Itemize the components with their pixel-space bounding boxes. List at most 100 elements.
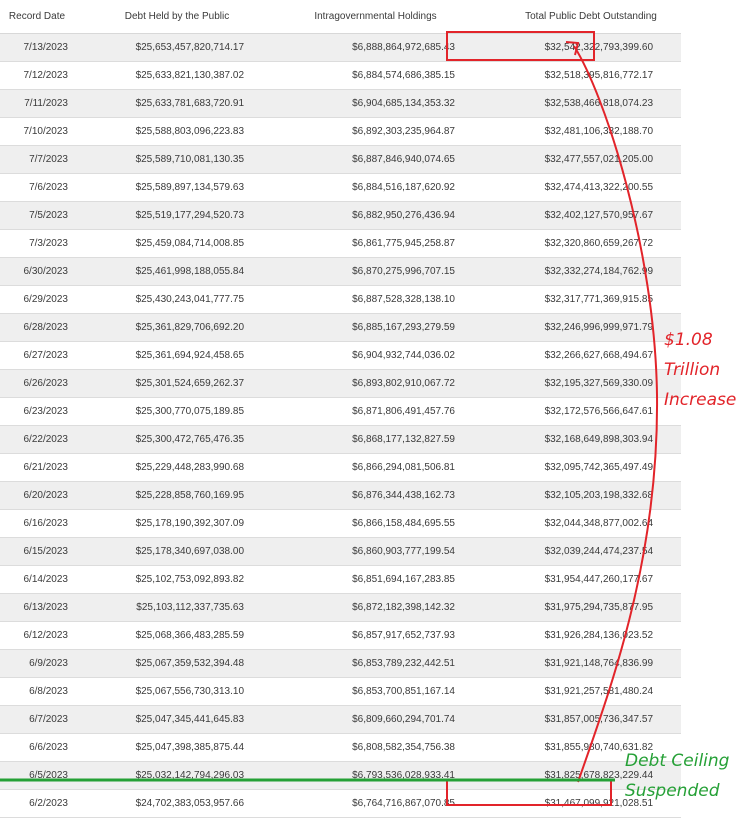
cell-debt-held-by-public: $25,228,858,760,169.95 — [74, 481, 250, 510]
increase-line-2: Trillion — [664, 360, 721, 380]
cell-debt-held-by-public: $25,103,112,337,735.63 — [74, 593, 250, 622]
table-row: 6/30/2023 $25,461,998,188,055.84 $6,870,27… — [0, 257, 681, 286]
cell-record-date: 6/13/2023 — [0, 593, 74, 622]
cell-debt-held-by-public: $25,653,457,820,714.17 — [74, 33, 250, 62]
cell-intragovernmental-holdings: $6,868,177,132,827.59 — [250, 425, 461, 454]
cell-intragovernmental-holdings: $6,808,582,354,756.38 — [250, 733, 461, 762]
highlight-box-latest-total — [446, 31, 595, 61]
table-row: 6/14/2023 $25,102,753,092,893.82 $6,851,69… — [0, 565, 681, 594]
cell-record-date: 6/6/2023 — [0, 733, 74, 762]
debt-table: Record Date Debt Held by the Public Intr… — [0, 0, 681, 818]
debt-ceiling-annotation: Debt Ceiling Suspended — [625, 746, 729, 806]
cell-record-date: 6/8/2023 — [0, 677, 74, 706]
cell-intragovernmental-holdings: $6,888,864,972,685.43 — [250, 33, 461, 62]
cell-record-date: 6/28/2023 — [0, 313, 74, 342]
table-row: 6/23/2023 $25,300,770,075,189.85 $6,871,80… — [0, 397, 681, 426]
cell-intragovernmental-holdings: $6,861,775,945,258.87 — [250, 229, 461, 258]
cell-intragovernmental-holdings: $6,882,950,276,436.94 — [250, 201, 461, 230]
cell-total-public-debt: $32,518,395,816,772.17 — [461, 61, 681, 90]
cell-intragovernmental-holdings: $6,893,802,910,067.72 — [250, 369, 461, 398]
cell-total-public-debt: $32,105,203,198,332.68 — [461, 481, 681, 510]
cell-debt-held-by-public: $25,589,710,081,130.35 — [74, 145, 250, 174]
cell-intragovernmental-holdings: $6,876,344,438,162.73 — [250, 481, 461, 510]
cell-record-date: 6/22/2023 — [0, 425, 74, 454]
cell-record-date: 7/12/2023 — [0, 61, 74, 90]
cell-record-date: 7/5/2023 — [0, 201, 74, 230]
cell-total-public-debt: $32,477,557,021,205.00 — [461, 145, 681, 174]
header-intragovernmental-holdings[interactable]: Intragovernmental Holdings — [250, 0, 461, 34]
cell-total-public-debt: $32,474,413,322,200.55 — [461, 173, 681, 202]
cell-total-public-debt: $32,266,627,668,494.67 — [461, 341, 681, 370]
ceiling-line-2: Suspended — [625, 781, 720, 801]
table-row: 7/7/2023 $25,589,710,081,130.35 $6,887,846… — [0, 145, 681, 174]
cell-total-public-debt: $32,044,348,877,002.64 — [461, 509, 681, 538]
cell-debt-held-by-public: $25,067,359,532,394.48 — [74, 649, 250, 678]
cell-debt-held-by-public: $25,229,448,283,990.68 — [74, 453, 250, 482]
cell-record-date: 6/26/2023 — [0, 369, 74, 398]
cell-debt-held-by-public: $25,300,770,075,189.85 — [74, 397, 250, 426]
header-total-public-debt[interactable]: Total Public Debt Outstanding — [461, 0, 681, 34]
cell-total-public-debt: $32,168,649,898,303.94 — [461, 425, 681, 454]
cell-total-public-debt: $31,921,148,764,836.99 — [461, 649, 681, 678]
cell-total-public-debt: $32,095,742,365,497.49 — [461, 453, 681, 482]
cell-intragovernmental-holdings: $6,857,917,652,737.93 — [250, 621, 461, 650]
cell-debt-held-by-public: $25,361,694,924,458.65 — [74, 341, 250, 370]
cell-record-date: 6/27/2023 — [0, 341, 74, 370]
cell-debt-held-by-public: $25,047,398,385,875.44 — [74, 733, 250, 762]
cell-total-public-debt: $31,926,284,136,023.52 — [461, 621, 681, 650]
table-row: 6/27/2023 $25,361,694,924,458.65 $6,904,93… — [0, 341, 681, 370]
cell-intragovernmental-holdings: $6,892,303,235,964.87 — [250, 117, 461, 146]
cell-intragovernmental-holdings: $6,904,932,744,036.02 — [250, 341, 461, 370]
cell-total-public-debt: $32,320,860,659,267.72 — [461, 229, 681, 258]
cell-total-public-debt: $32,172,576,566,647.61 — [461, 397, 681, 426]
table-row: 6/16/2023 $25,178,190,392,307.09 $6,866,15… — [0, 509, 681, 538]
cell-record-date: 7/3/2023 — [0, 229, 74, 258]
table-row: 7/5/2023 $25,519,177,294,520.73 $6,882,950… — [0, 201, 681, 230]
cell-record-date: 6/5/2023 — [0, 761, 74, 790]
cell-debt-held-by-public: $25,461,998,188,055.84 — [74, 257, 250, 286]
table-row: 7/6/2023 $25,589,897,134,579.63 $6,884,516… — [0, 173, 681, 202]
cell-total-public-debt: $32,195,327,569,330.09 — [461, 369, 681, 398]
cell-debt-held-by-public: $25,633,781,683,720.91 — [74, 89, 250, 118]
cell-record-date: 6/21/2023 — [0, 453, 74, 482]
cell-debt-held-by-public: $25,102,753,092,893.82 — [74, 565, 250, 594]
table-row: 6/22/2023 $25,300,472,765,476.35 $6,868,17… — [0, 425, 681, 454]
cell-record-date: 7/6/2023 — [0, 173, 74, 202]
cell-intragovernmental-holdings: $6,887,846,940,074.65 — [250, 145, 461, 174]
cell-debt-held-by-public: $24,702,383,053,957.66 — [74, 789, 250, 818]
cell-record-date: 6/20/2023 — [0, 481, 74, 510]
cell-intragovernmental-holdings: $6,871,806,491,457.76 — [250, 397, 461, 426]
cell-record-date: 6/12/2023 — [0, 621, 74, 650]
cell-record-date: 6/29/2023 — [0, 285, 74, 314]
cell-intragovernmental-holdings: $6,884,516,187,620.92 — [250, 173, 461, 202]
cell-debt-held-by-public: $25,589,897,134,579.63 — [74, 173, 250, 202]
cell-debt-held-by-public: $25,178,190,392,307.09 — [74, 509, 250, 538]
highlight-box-suspension-total — [446, 779, 612, 806]
cell-intragovernmental-holdings: $6,860,903,777,199.54 — [250, 537, 461, 566]
table-row: 7/10/2023 $25,588,803,096,223.83 $6,892,30… — [0, 117, 681, 146]
cell-intragovernmental-holdings: $6,887,528,328,138.10 — [250, 285, 461, 314]
cell-intragovernmental-holdings: $6,851,694,167,283.85 — [250, 565, 461, 594]
cell-intragovernmental-holdings: $6,793,536,028,933.41 — [250, 761, 461, 790]
ceiling-line-1: Debt Ceiling — [625, 751, 730, 771]
cell-debt-held-by-public: $25,633,821,130,387.02 — [74, 61, 250, 90]
cell-record-date: 6/14/2023 — [0, 565, 74, 594]
table-row: 6/20/2023 $25,228,858,760,169.95 $6,876,34… — [0, 481, 681, 510]
cell-intragovernmental-holdings: $6,809,660,294,701.74 — [250, 705, 461, 734]
cell-record-date: 6/30/2023 — [0, 257, 74, 286]
cell-total-public-debt: $32,332,274,184,762.99 — [461, 257, 681, 286]
cell-intragovernmental-holdings: $6,870,275,996,707.15 — [250, 257, 461, 286]
cell-intragovernmental-holdings: $6,866,294,081,506.81 — [250, 453, 461, 482]
increase-annotation: $1.08 Trillion Increase — [664, 325, 736, 415]
table-body: 7/13/2023 $25,653,457,820,714.17 $6,888,86… — [0, 33, 681, 818]
cell-total-public-debt: $32,317,771,369,915.85 — [461, 285, 681, 314]
cell-debt-held-by-public: $25,300,472,765,476.35 — [74, 425, 250, 454]
table-row: 7/12/2023 $25,633,821,130,387.02 $6,884,57… — [0, 61, 681, 90]
cell-record-date: 6/9/2023 — [0, 649, 74, 678]
cell-total-public-debt: $31,975,294,735,877.95 — [461, 593, 681, 622]
header-record-date[interactable]: Record Date — [0, 0, 74, 34]
cell-total-public-debt: $32,402,127,570,957.67 — [461, 201, 681, 230]
table-row: 6/12/2023 $25,068,366,483,285.59 $6,857,91… — [0, 621, 681, 650]
header-debt-held-by-public[interactable]: Debt Held by the Public — [74, 0, 250, 34]
cell-total-public-debt: $32,246,996,999,971.79 — [461, 313, 681, 342]
